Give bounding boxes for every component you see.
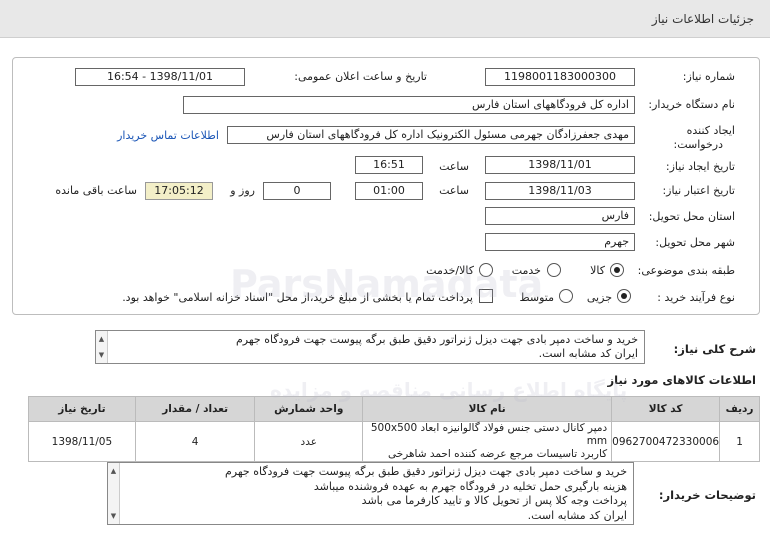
need-summary-label: شرح کلی نیاز: [673, 342, 756, 356]
scroll-down-icon[interactable]: ▼ [109, 509, 118, 524]
col-header-unit: واحد شمارش [254, 396, 364, 422]
cell-date: 1398/11/05 [28, 421, 136, 462]
summary-scrollbar[interactable]: ▲ ▼ [96, 331, 108, 363]
col-header-name: نام کالا [362, 396, 613, 422]
need-number-label: شماره نیاز: [682, 70, 735, 83]
items-section-title: اطلاعات کالاهای مورد نیاز [607, 373, 756, 387]
creator-label-line1: ایجاد کننده [686, 124, 735, 137]
cell-name: دمپر کانال دستی جنس فولاد گالوانیزه ابعا… [362, 421, 613, 462]
table-row[interactable]: 1 0962700472330006 دمپر کانال دستی جنس ف… [28, 421, 760, 462]
notes-line: خرید و ساخت دمپر بادی جهت دیزل ژنراتور د… [224, 465, 627, 478]
created-time-field[interactable]: 16:51 [355, 156, 423, 174]
category-radio-goods-service[interactable] [479, 263, 493, 277]
buyer-notes-textarea[interactable]: ▲ ▼ خرید و ساخت دمپر بادی جهت دیزل ژنرات… [107, 462, 634, 525]
col-header-date: تاریخ نیاز [28, 396, 136, 422]
process-label: نوع فرآیند خرید : [657, 291, 735, 304]
announce-label: تاریخ و ساعت اعلان عمومی: [294, 70, 427, 83]
page-header: جزئیات اطلاعات نیاز [0, 0, 770, 38]
buyer-field[interactable]: اداره کل فرودگاههای استان فارس [183, 96, 635, 114]
validity-date-field[interactable]: 1398/11/03 [485, 182, 635, 200]
cell-qty: 4 [134, 421, 256, 462]
category-radio-service[interactable] [547, 263, 561, 277]
category-label: طبقه بندی موضوعی: [637, 264, 735, 277]
need-summary-textarea[interactable]: ▲ ▼ خرید و ساخت دمپر بادی جهت دیزل ژنرات… [95, 330, 645, 364]
province-field[interactable]: فارس [485, 207, 635, 225]
validity-time-label: ساعت [439, 184, 469, 197]
creator-field[interactable]: مهدی جعفرزادگان جهرمی مسئول الکترونیک اد… [227, 126, 635, 144]
created-date-label: تاریخ ایجاد نیاز: [665, 160, 735, 173]
notes-scrollbar[interactable]: ▲ ▼ [108, 463, 120, 524]
remaining-time-label: ساعت باقی مانده [55, 184, 137, 197]
remaining-time-field: 17:05:12 [145, 182, 213, 200]
buyer-contact-link[interactable]: اطلاعات تماس خریدار [117, 129, 219, 142]
creator-label-line2: درخواست: [673, 138, 723, 151]
validity-time-field[interactable]: 01:00 [355, 182, 423, 200]
process-radio-medium[interactable] [559, 289, 573, 303]
announce-datetime-field[interactable]: 1398/11/01 - 16:54 [75, 68, 245, 86]
category-option-goods: کالا [590, 264, 605, 277]
need-number-field[interactable]: 1198001183000300 [485, 68, 635, 86]
province-label: استان محل تحویل: [648, 210, 735, 223]
category-option-service: خدمت [511, 264, 541, 277]
notes-line: پرداخت وجه کلا پس از تحویل کالا و تایید … [361, 494, 627, 507]
category-option-goods-service: کالا/خدمت [426, 264, 474, 277]
col-header-code: کد کالا [611, 396, 721, 422]
notes-line: هزینه بارگیری حمل تخلیه در فرودگاه جهرم … [313, 479, 627, 493]
page-title: جزئیات اطلاعات نیاز [651, 12, 754, 26]
buyer-notes-label: توضیحات خریدار: [658, 488, 756, 502]
col-header-row: ردیف [719, 396, 760, 422]
cell-row: 1 [719, 421, 760, 462]
summary-line: خرید و ساخت دمپر بادی جهت دیزل ژنراتور د… [235, 333, 638, 346]
scroll-up-icon[interactable]: ▲ [97, 332, 106, 346]
created-date-field[interactable]: 1398/11/01 [485, 156, 635, 174]
cell-unit: عدد [254, 421, 364, 462]
cell-name-line1: دمپر کانال دستی جنس فولاد گالوانیزه ابعا… [370, 422, 608, 447]
notes-line: ایران کد مشابه است. [527, 508, 627, 522]
category-radio-goods[interactable] [610, 263, 624, 277]
scroll-up-icon[interactable]: ▲ [109, 464, 118, 479]
process-radio-minor[interactable] [617, 289, 631, 303]
items-table: ردیف کد کالا نام کالا واحد شمارش تعداد /… [28, 396, 760, 462]
cell-name-line2: کاربرد تاسیسات مرجع عرضه کننده احمد شاهر… [387, 448, 608, 460]
buyer-label: نام دستگاه خریدار: [648, 98, 735, 111]
treasury-payment-checkbox[interactable] [479, 289, 493, 303]
summary-line: ایران کد مشابه است. [538, 347, 638, 360]
city-field[interactable]: جهرم [485, 233, 635, 251]
remaining-days-field[interactable]: 0 [263, 182, 331, 200]
created-time-label: ساعت [439, 160, 469, 173]
city-label: شهر محل تحویل: [655, 236, 735, 249]
cell-code: 0962700472330006 [611, 421, 721, 462]
col-header-qty: تعداد / مقدار [134, 396, 256, 422]
validity-date-label: تاریخ اعتبار نیاز: [662, 184, 735, 197]
treasury-payment-note: پرداخت تمام یا بخشی از مبلغ خرید،از محل … [122, 291, 473, 304]
need-details-panel: شماره نیاز: 1198001183000300 تاریخ و ساع… [12, 57, 760, 315]
process-option-medium: متوسط [519, 291, 554, 304]
days-label: روز و [230, 184, 255, 197]
scroll-down-icon[interactable]: ▼ [97, 348, 106, 362]
process-option-minor: جزیی [586, 291, 612, 304]
